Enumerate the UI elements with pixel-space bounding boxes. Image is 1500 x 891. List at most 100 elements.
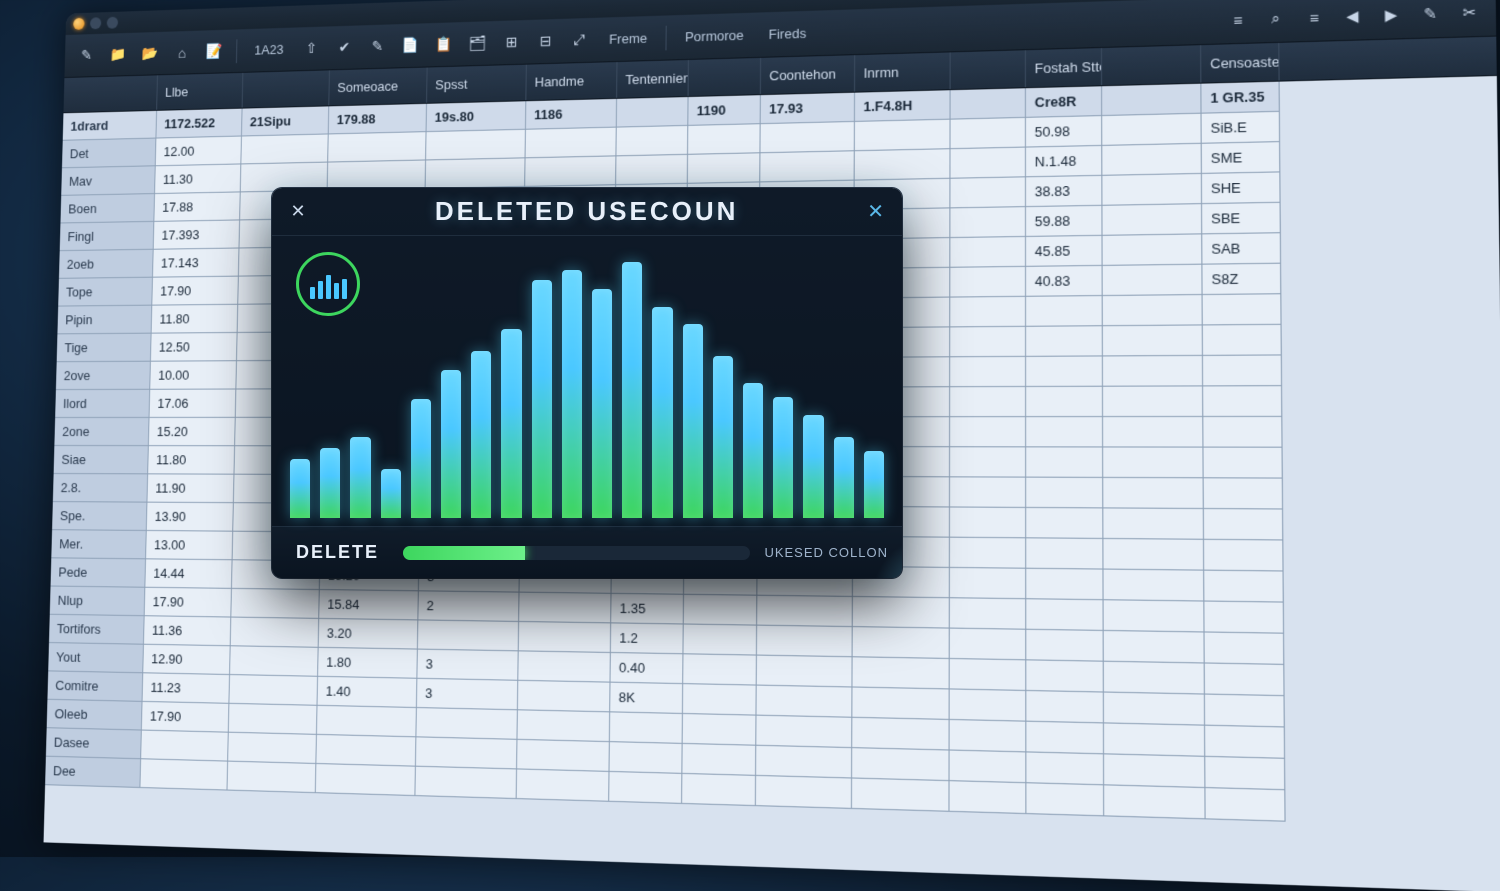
cell[interactable]: [950, 477, 1026, 508]
cell[interactable]: [688, 124, 761, 155]
row-label[interactable]: Tope: [58, 278, 153, 307]
cell[interactable]: [1204, 478, 1283, 509]
row-label[interactable]: Mer.: [51, 530, 146, 559]
cell[interactable]: [950, 267, 1026, 298]
cell[interactable]: [756, 746, 852, 779]
toolbar-label-pormoroe[interactable]: Pormoroe: [675, 19, 755, 52]
column-header[interactable]: Tentenniener: [617, 60, 689, 98]
cell[interactable]: 1 GR.35: [1201, 82, 1280, 114]
cell[interactable]: 17.93: [761, 93, 855, 124]
cell[interactable]: [317, 706, 417, 738]
cell[interactable]: [1104, 570, 1205, 602]
cell[interactable]: [1205, 664, 1285, 697]
cell[interactable]: [140, 759, 228, 790]
toolbar-btn-mid-7[interactable]: ⊟: [530, 26, 560, 57]
cell[interactable]: [1026, 478, 1103, 509]
column-header[interactable]: Someoace: [329, 67, 427, 105]
cell[interactable]: [1204, 540, 1284, 572]
cell[interactable]: [756, 686, 852, 718]
column-header[interactable]: Handme: [526, 62, 617, 100]
cell[interactable]: 0.40: [611, 653, 684, 684]
cell[interactable]: 11.30: [155, 164, 241, 194]
cell[interactable]: 38.83: [1026, 176, 1102, 207]
cell[interactable]: [1205, 788, 1285, 822]
cell[interactable]: 3: [417, 679, 518, 711]
cell[interactable]: [1203, 355, 1282, 386]
toolbar-btn-mid-3[interactable]: 📄: [396, 30, 426, 61]
cell[interactable]: [950, 751, 1027, 784]
toolbar-btn-right-0[interactable]: ≡: [1221, 3, 1255, 36]
row-label[interactable]: Siae: [54, 446, 149, 474]
cell[interactable]: 15.20: [149, 418, 236, 446]
cell[interactable]: [950, 148, 1026, 179]
cell[interactable]: 19s.80: [427, 101, 527, 132]
column-header[interactable]: Spsst: [427, 65, 527, 103]
cell[interactable]: [1104, 723, 1205, 756]
toolbar-btn-mid-5[interactable]: 🗂: [463, 28, 493, 59]
cell[interactable]: [1026, 296, 1103, 327]
dialog-close-right-icon[interactable]: ✕: [861, 199, 890, 224]
cell[interactable]: 15.84: [319, 590, 419, 620]
cell[interactable]: [682, 744, 756, 776]
cell[interactable]: 17.90: [145, 588, 232, 618]
cell[interactable]: [1026, 630, 1103, 662]
column-header[interactable]: Fostah Sttous: [1026, 48, 1102, 87]
cell[interactable]: [950, 598, 1026, 630]
cell[interactable]: [1026, 326, 1103, 357]
cell[interactable]: [610, 742, 683, 774]
cell[interactable]: [316, 735, 416, 767]
cell[interactable]: [1026, 783, 1104, 816]
cell[interactable]: [683, 625, 757, 656]
row-label[interactable]: Yout: [48, 643, 144, 673]
column-header[interactable]: [1102, 45, 1201, 85]
cell[interactable]: [853, 627, 950, 659]
row-label[interactable]: 2.8.: [53, 474, 148, 503]
cell[interactable]: [950, 508, 1026, 539]
cell[interactable]: [683, 714, 757, 746]
cell[interactable]: SME: [1202, 142, 1281, 174]
cell[interactable]: [950, 538, 1026, 569]
toolbar-btn-mid-2[interactable]: ✎: [363, 31, 393, 62]
row-label[interactable]: Det: [62, 139, 156, 169]
cell[interactable]: [855, 149, 951, 180]
cell[interactable]: [1204, 509, 1283, 540]
column-header[interactable]: Coontehon: [761, 55, 855, 94]
toolbar-btn-left-4[interactable]: 📝: [200, 36, 229, 67]
name-box[interactable]: 1A23: [244, 34, 293, 65]
delete-button[interactable]: DELETE: [286, 536, 389, 569]
window-control-max[interactable]: [107, 17, 119, 29]
cell[interactable]: 1.35: [611, 594, 684, 625]
cell[interactable]: [1203, 386, 1282, 417]
cell[interactable]: Cre8R: [1026, 86, 1102, 118]
cell[interactable]: [1104, 631, 1205, 664]
cell[interactable]: [517, 769, 610, 801]
toolbar-btn-right-5[interactable]: ✎: [1413, 0, 1448, 31]
cell[interactable]: 12.90: [143, 645, 230, 675]
cell[interactable]: 11.23: [143, 673, 230, 704]
cell[interactable]: [1026, 722, 1104, 755]
column-header[interactable]: Llbe: [157, 73, 243, 110]
toolbar-btn-left-0[interactable]: ✎: [72, 40, 101, 70]
toolbar-label-frank[interactable]: Fireds: [758, 17, 817, 50]
cell[interactable]: [1203, 325, 1282, 356]
cell[interactable]: [519, 593, 611, 624]
cell[interactable]: [950, 387, 1026, 417]
cell[interactable]: 11.36: [144, 616, 231, 646]
cell[interactable]: [1026, 569, 1103, 600]
cell[interactable]: [1205, 695, 1285, 728]
cell[interactable]: [684, 595, 758, 626]
cell[interactable]: [415, 767, 517, 799]
cell[interactable]: [1204, 602, 1284, 634]
cell[interactable]: [1103, 478, 1204, 509]
cell[interactable]: [757, 626, 853, 658]
toolbar-btn-right-6[interactable]: ✂: [1452, 0, 1487, 30]
cell[interactable]: [757, 656, 853, 688]
cell[interactable]: [416, 737, 518, 769]
cell[interactable]: 1190: [688, 95, 761, 126]
cell[interactable]: [1026, 691, 1104, 723]
toolbar-btn-mid-8[interactable]: ⤢: [564, 24, 595, 55]
cell[interactable]: [525, 156, 616, 187]
cell[interactable]: [616, 155, 688, 185]
cell[interactable]: [950, 297, 1026, 328]
cell[interactable]: 50.98: [1026, 116, 1102, 148]
